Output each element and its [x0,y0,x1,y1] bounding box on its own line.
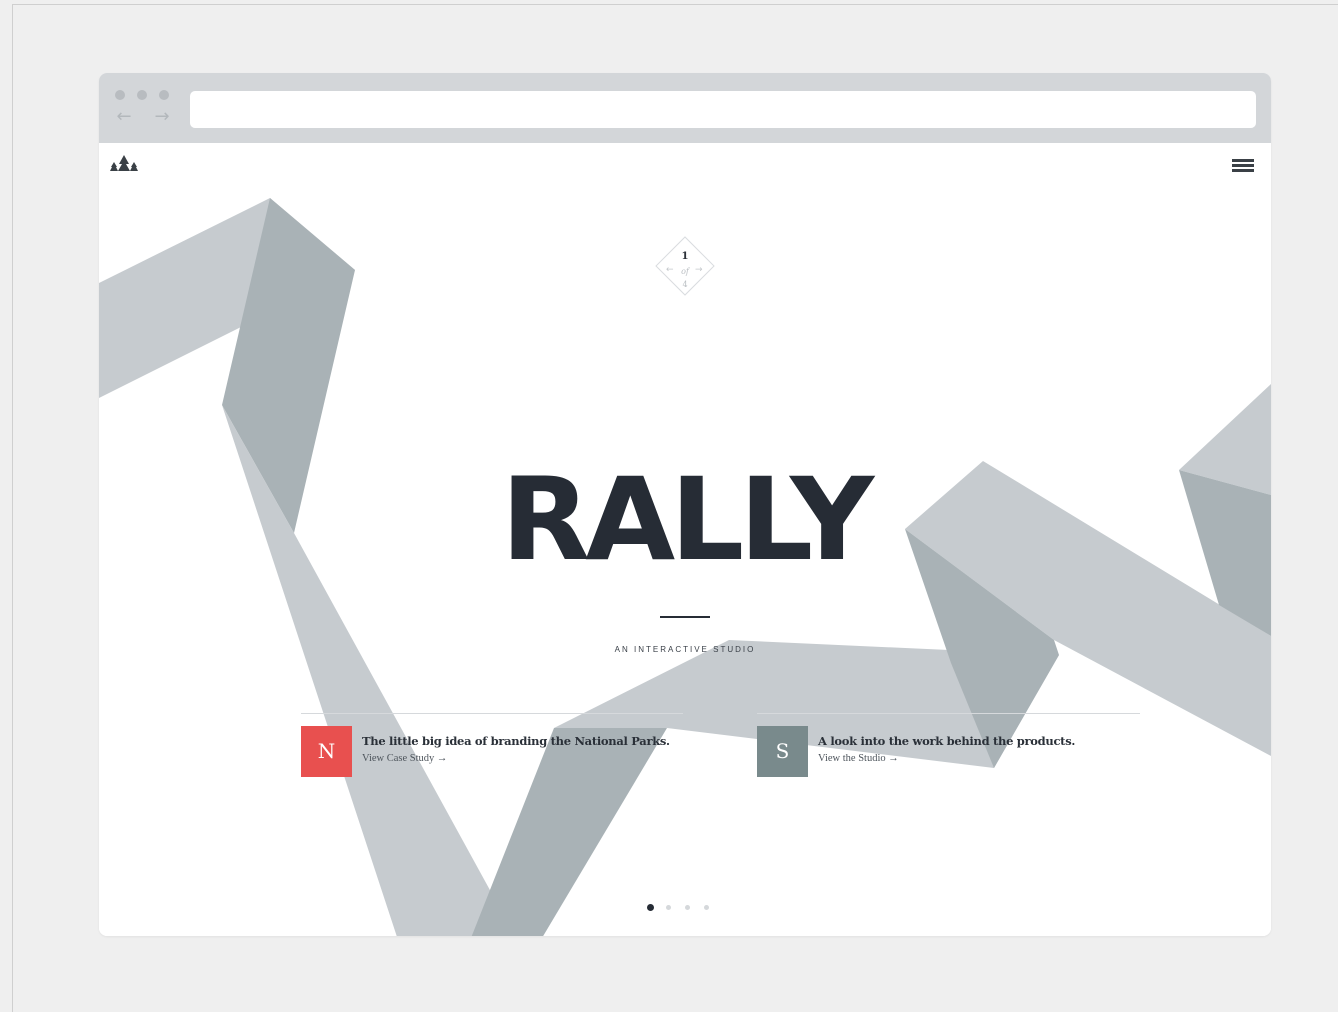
window-maximize-dot[interactable] [159,90,169,100]
website-page: 1 ← of → 4 RALLY AN INTERACTIVE STUDIO N… [99,143,1271,936]
feature-national-parks[interactable]: N The little big idea of branding the Na… [301,724,701,778]
pager-dot[interactable] [647,904,654,911]
feature-badge: N [301,726,352,777]
hero-title: RALLY [500,453,874,586]
window-close-dot[interactable] [115,90,125,100]
slide-total-number: 4 [682,280,688,289]
feature-badge: S [757,726,808,777]
browser-chrome: ← → [99,73,1271,143]
pine-trees-icon[interactable] [109,153,139,175]
slide-current-number: 1 [681,251,689,262]
hero-subtitle: AN INTERACTIVE STUDIO [614,645,756,654]
hero-divider [660,616,710,618]
slide-counter: 1 ← of → 4 [655,236,715,296]
pager-dot[interactable] [704,905,709,910]
hamburger-menu-icon[interactable] [1232,159,1254,173]
feature-divider [757,713,1140,714]
feature-divider [301,713,683,714]
browser-window: ← → 1 ← of → 4 RALLY AN INTERACTIVE STUD… [99,73,1271,936]
feature-headline[interactable]: The little big idea of branding the Nati… [362,734,670,748]
back-arrow-icon[interactable]: ← [113,108,135,126]
forward-arrow-icon[interactable]: → [151,108,173,126]
next-slide-arrow-icon[interactable]: → [695,265,703,275]
pager-dot[interactable] [685,905,690,910]
feature-studio[interactable]: S A look into the work behind the produc… [757,724,1157,778]
feature-headline[interactable]: A look into the work behind the products… [818,734,1075,748]
view-case-study-link[interactable]: View Case Study → [362,753,447,764]
view-the-studio-link[interactable]: View the Studio → [818,753,899,764]
pager-dot[interactable] [666,905,671,910]
window-minimize-dot[interactable] [137,90,147,100]
slide-of-label: of [681,267,689,276]
address-bar[interactable] [190,91,1256,128]
